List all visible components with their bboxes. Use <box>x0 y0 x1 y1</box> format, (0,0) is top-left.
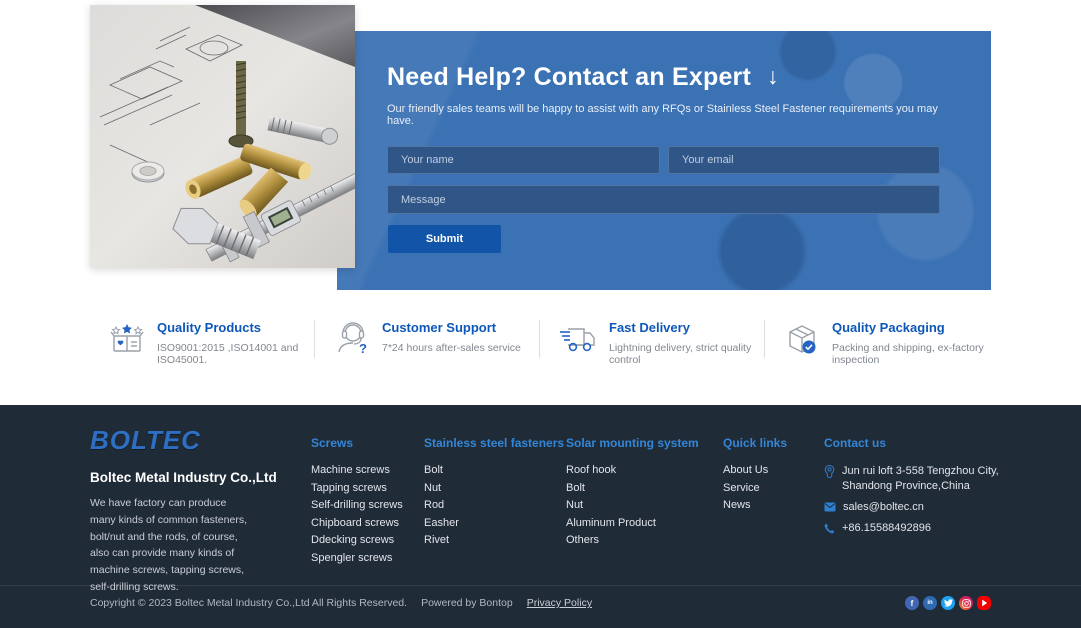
instagram-icon[interactable] <box>959 596 973 610</box>
feature-quality-packaging: Quality Packaging Packing and shipping, … <box>765 318 990 366</box>
footer-link[interactable]: Tapping screws <box>311 482 403 494</box>
footer-column-screws: Screws Machine screws Tapping screws Sel… <box>311 436 403 569</box>
footer-column-contact-us: Contact us Jun rui loft 3-558 Tengzhou C… <box>824 436 999 544</box>
cta-title: Need Help? Contact an Expert↓ <box>387 63 940 92</box>
feature-desc: Lightning delivery, strict quality contr… <box>609 342 765 366</box>
cta-subtitle: Our friendly sales teams will be happy t… <box>387 103 940 127</box>
feature-fast-delivery: Fast Delivery Lightning delivery, strict… <box>540 318 765 366</box>
email-text: sales@boltec.cn <box>843 501 924 513</box>
address-line-2: Shandong Province,China <box>842 480 970 492</box>
footer-link[interactable]: Rod <box>424 499 564 511</box>
copyright-text: Copyright © 2023 Boltec Metal Industry C… <box>90 597 407 609</box>
feature-quality-products: Quality Products ISO9001:2015 ,ISO14001 … <box>90 318 315 366</box>
feature-desc: ISO9001:2015 ,ISO14001 and ISO45001. <box>157 342 315 366</box>
package-check-icon <box>783 320 821 363</box>
footer-link[interactable]: Aluminum Product <box>566 517 699 529</box>
column-heading: Contact us <box>824 436 999 450</box>
boltec-logo: BOLTEC <box>90 425 320 456</box>
footer-link[interactable]: Easher <box>424 517 564 529</box>
features-strip: Quality Products ISO9001:2015 ,ISO14001 … <box>90 318 991 366</box>
footer-link[interactable]: Machine screws <box>311 464 403 476</box>
footer-link[interactable]: Roof hook <box>566 464 699 476</box>
linkedin-icon[interactable]: in <box>923 596 937 610</box>
footer-link[interactable]: Chipboard screws <box>311 517 403 529</box>
footer-link[interactable]: Nut <box>424 482 564 494</box>
column-heading: Stainless steel fasteners <box>424 436 564 450</box>
column-heading: Quick links <box>723 436 787 450</box>
footer-link[interactable]: Bolt <box>566 482 699 494</box>
name-input[interactable] <box>387 146 660 174</box>
footer: BOLTEC Boltec Metal Industry Co.,Ltd We … <box>0 405 1081 628</box>
message-input[interactable] <box>387 185 940 214</box>
footer-link[interactable]: Bolt <box>424 464 564 476</box>
feature-title: Quality Packaging <box>832 320 990 335</box>
footer-link[interactable]: Others <box>566 534 699 546</box>
down-arrow-icon: ↓ <box>767 63 779 89</box>
powered-by-text: Powered by Bontop <box>421 597 513 609</box>
column-heading: Solar mounting system <box>566 436 699 450</box>
submit-button[interactable]: Submit <box>388 225 501 253</box>
phone-icon <box>824 523 835 537</box>
feature-desc: 7*24 hours after-sales service <box>382 342 521 354</box>
social-icons: f in <box>905 596 991 610</box>
email-input[interactable] <box>668 146 940 174</box>
feature-customer-support: ? Customer Support 7*24 hours after-sale… <box>315 318 540 366</box>
fasteners-photo <box>90 5 355 268</box>
youtube-icon[interactable] <box>977 596 991 610</box>
footer-link[interactable]: Nut <box>566 499 699 511</box>
company-description: We have factory can produce many kinds o… <box>90 495 252 596</box>
box-stars-icon <box>108 320 146 363</box>
footer-link[interactable]: Self-drilling screws <box>311 499 403 511</box>
footer-column-stainless-steel-fasteners: Stainless steel fasteners Bolt Nut Rod E… <box>424 436 564 552</box>
footer-link[interactable]: About Us <box>723 464 787 476</box>
page: Need Help? Contact an Expert↓ Our friend… <box>0 0 1081 628</box>
footer-link[interactable]: Rivet <box>424 534 564 546</box>
address-row: Jun rui loft 3-558 Tengzhou City, Shando… <box>824 464 999 494</box>
footer-divider <box>0 585 1081 586</box>
footer-link[interactable]: Ddecking screws <box>311 534 403 546</box>
location-pin-icon <box>824 465 835 481</box>
address-line-1: Jun rui loft 3-558 Tengzhou City, <box>842 465 999 477</box>
feature-title: Customer Support <box>382 320 521 335</box>
company-name: Boltec Metal Industry Co.,Ltd <box>90 470 320 485</box>
twitter-icon[interactable] <box>941 596 955 610</box>
facebook-icon[interactable]: f <box>905 596 919 610</box>
column-heading: Screws <box>311 436 403 450</box>
footer-column-solar-mounting-system: Solar mounting system Roof hook Bolt Nut… <box>566 436 699 552</box>
footer-column-quick-links: Quick links About Us Service News <box>723 436 787 517</box>
footer-link[interactable]: Spengler screws <box>311 552 403 564</box>
contact-expert-panel: Need Help? Contact an Expert↓ Our friend… <box>337 31 991 290</box>
email-row[interactable]: sales@boltec.cn <box>824 501 999 515</box>
feature-desc: Packing and shipping, ex-factory inspect… <box>832 342 990 366</box>
feature-title: Fast Delivery <box>609 320 765 335</box>
footer-link[interactable]: Service <box>723 482 787 494</box>
phone-row[interactable]: +86.15588492896 <box>824 522 999 537</box>
feature-title: Quality Products <box>157 320 315 335</box>
envelope-icon <box>824 502 836 515</box>
svg-text:?: ? <box>359 341 367 356</box>
footer-link[interactable]: News <box>723 499 787 511</box>
truck-icon <box>558 320 598 363</box>
headset-icon: ? <box>333 320 371 363</box>
privacy-policy-link[interactable]: Privacy Policy <box>527 597 592 609</box>
phone-text: +86.15588492896 <box>842 522 931 534</box>
